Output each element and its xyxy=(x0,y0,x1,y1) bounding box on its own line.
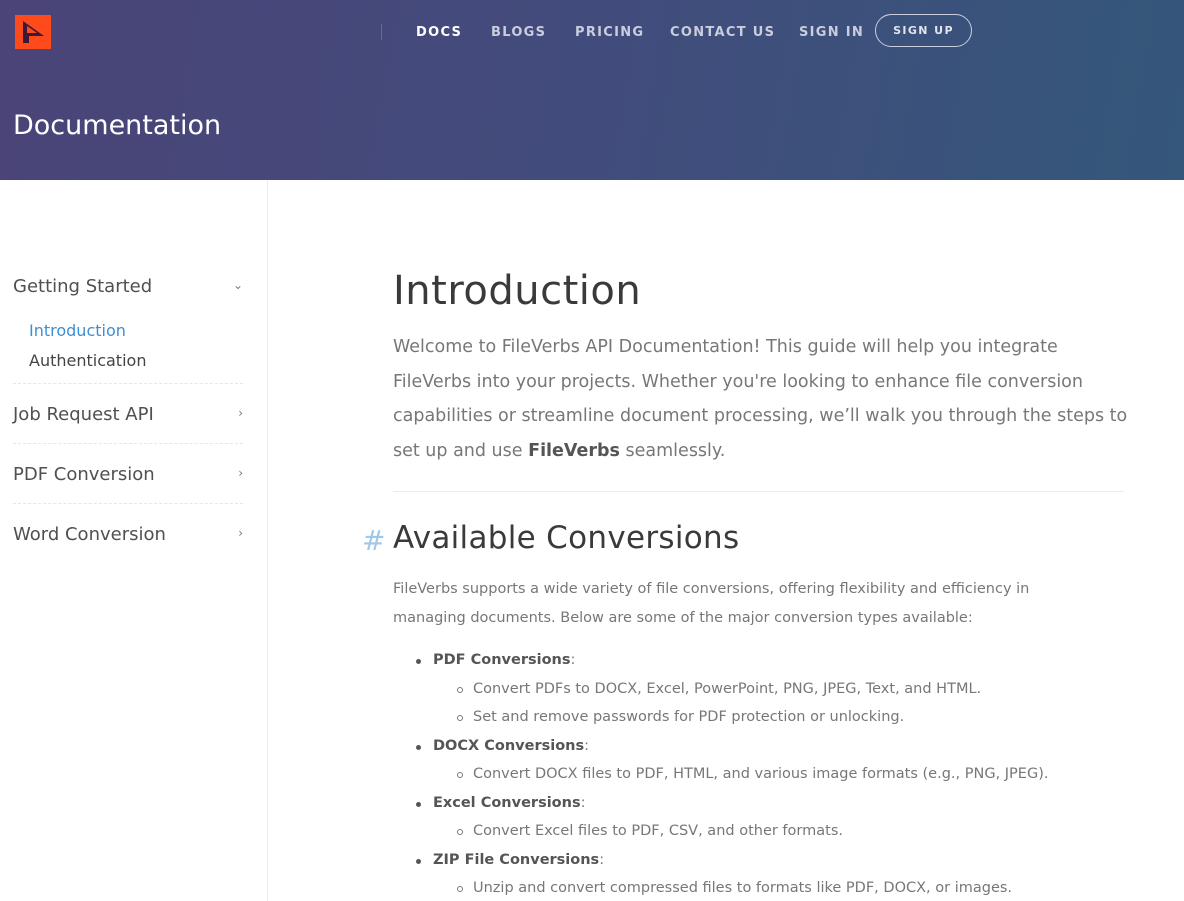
list-subitem-text: Convert DOCX files to PDF, HTML, and var… xyxy=(473,766,1049,782)
fileverbs-logo-icon[interactable] xyxy=(15,15,51,49)
bullet xyxy=(416,659,421,664)
sidebar-section-job-request-api[interactable]: Job Request API › xyxy=(13,404,243,425)
intro-text: Welcome to FileVerbs API Documentation! … xyxy=(393,337,1128,461)
list-subitem: Convert PDFs to DOCX, Excel, PowerPoint,… xyxy=(457,681,982,697)
bullet xyxy=(457,715,463,721)
nav-sign-in[interactable]: SIGN IN xyxy=(799,25,864,40)
docs-sidebar: Getting Started ⌄ Introduction Authentic… xyxy=(0,180,268,901)
bullet xyxy=(416,802,421,807)
sidebar-section-word-conversion[interactable]: Word Conversion › xyxy=(13,524,243,545)
bullet xyxy=(457,772,463,778)
colon: : xyxy=(570,652,576,668)
nav-pricing[interactable]: PRICING xyxy=(575,25,644,40)
list-item-title: ZIP File Conversions xyxy=(433,852,600,868)
bullet xyxy=(416,859,421,864)
section-heading: Available Conversions xyxy=(393,520,740,556)
sidebar-section-getting-started[interactable]: Getting Started ⌄ xyxy=(13,276,243,297)
list-subitem-text: Convert Excel files to PDF, CSV, and oth… xyxy=(473,823,843,839)
nav-docs[interactable]: DOCS xyxy=(416,25,462,40)
list-subitem: Set and remove passwords for PDF protect… xyxy=(457,709,905,725)
intro-brand-name: FileVerbs xyxy=(528,440,620,461)
intro-heading: Introduction xyxy=(393,268,642,314)
sign-up-button[interactable]: SIGN UP xyxy=(875,14,972,47)
list-item-title: Excel Conversions xyxy=(433,795,581,811)
list-subitem: Unzip and convert compressed files to fo… xyxy=(457,880,1013,896)
list-item: PDF Conversions: xyxy=(416,652,576,668)
list-subitem-text: Set and remove passwords for PDF protect… xyxy=(473,709,905,725)
colon: : xyxy=(584,738,590,754)
chevron-right-icon: › xyxy=(238,466,243,480)
sidebar-section-label: PDF Conversion xyxy=(13,464,155,485)
anchor-link-icon[interactable]: # xyxy=(362,524,385,557)
nav-blogs[interactable]: BLOGS xyxy=(491,25,546,40)
bullet xyxy=(416,745,421,750)
page-title: Documentation xyxy=(13,110,222,141)
page-header: DOCS BLOGS PRICING CONTACT US SIGN IN SI… xyxy=(0,0,1184,180)
intro-text-end: seamlessly. xyxy=(619,440,726,461)
sidebar-item-introduction[interactable]: Introduction xyxy=(29,321,126,340)
nav-divider xyxy=(381,24,382,40)
bullet xyxy=(457,687,463,693)
colon: : xyxy=(580,795,586,811)
list-item: DOCX Conversions: xyxy=(416,738,590,754)
list-subitem: Convert DOCX files to PDF, HTML, and var… xyxy=(457,766,1049,782)
list-subitem-text: Convert PDFs to DOCX, Excel, PowerPoint,… xyxy=(473,681,982,697)
sidebar-section-label: Job Request API xyxy=(13,404,154,425)
chevron-right-icon: › xyxy=(238,526,243,540)
sidebar-section-label: Word Conversion xyxy=(13,524,166,545)
bullet xyxy=(457,886,463,892)
sidebar-section-label: Getting Started xyxy=(13,276,153,297)
list-item-title: PDF Conversions xyxy=(433,652,571,668)
colon: : xyxy=(599,852,605,868)
list-item-title: DOCX Conversions xyxy=(433,738,585,754)
sidebar-divider xyxy=(13,503,243,504)
bullet xyxy=(457,829,463,835)
list-subitem-text: Unzip and convert compressed files to fo… xyxy=(473,880,1013,896)
sidebar-divider xyxy=(13,383,243,384)
chevron-right-icon: › xyxy=(238,406,243,420)
section-divider xyxy=(393,491,1124,492)
list-item: Excel Conversions: xyxy=(416,795,586,811)
list-subitem: Convert Excel files to PDF, CSV, and oth… xyxy=(457,823,843,839)
list-item: ZIP File Conversions: xyxy=(416,852,605,868)
chevron-down-icon: ⌄ xyxy=(232,278,243,292)
sidebar-divider xyxy=(13,443,243,444)
sidebar-item-authentication[interactable]: Authentication xyxy=(29,351,146,370)
nav-contact-us[interactable]: CONTACT US xyxy=(670,25,775,40)
section-paragraph: FileVerbs supports a wide variety of fil… xyxy=(393,581,1030,626)
intro-paragraph: Welcome to FileVerbs API Documentation! … xyxy=(393,330,1128,468)
sidebar-section-pdf-conversion[interactable]: PDF Conversion › xyxy=(13,464,243,485)
